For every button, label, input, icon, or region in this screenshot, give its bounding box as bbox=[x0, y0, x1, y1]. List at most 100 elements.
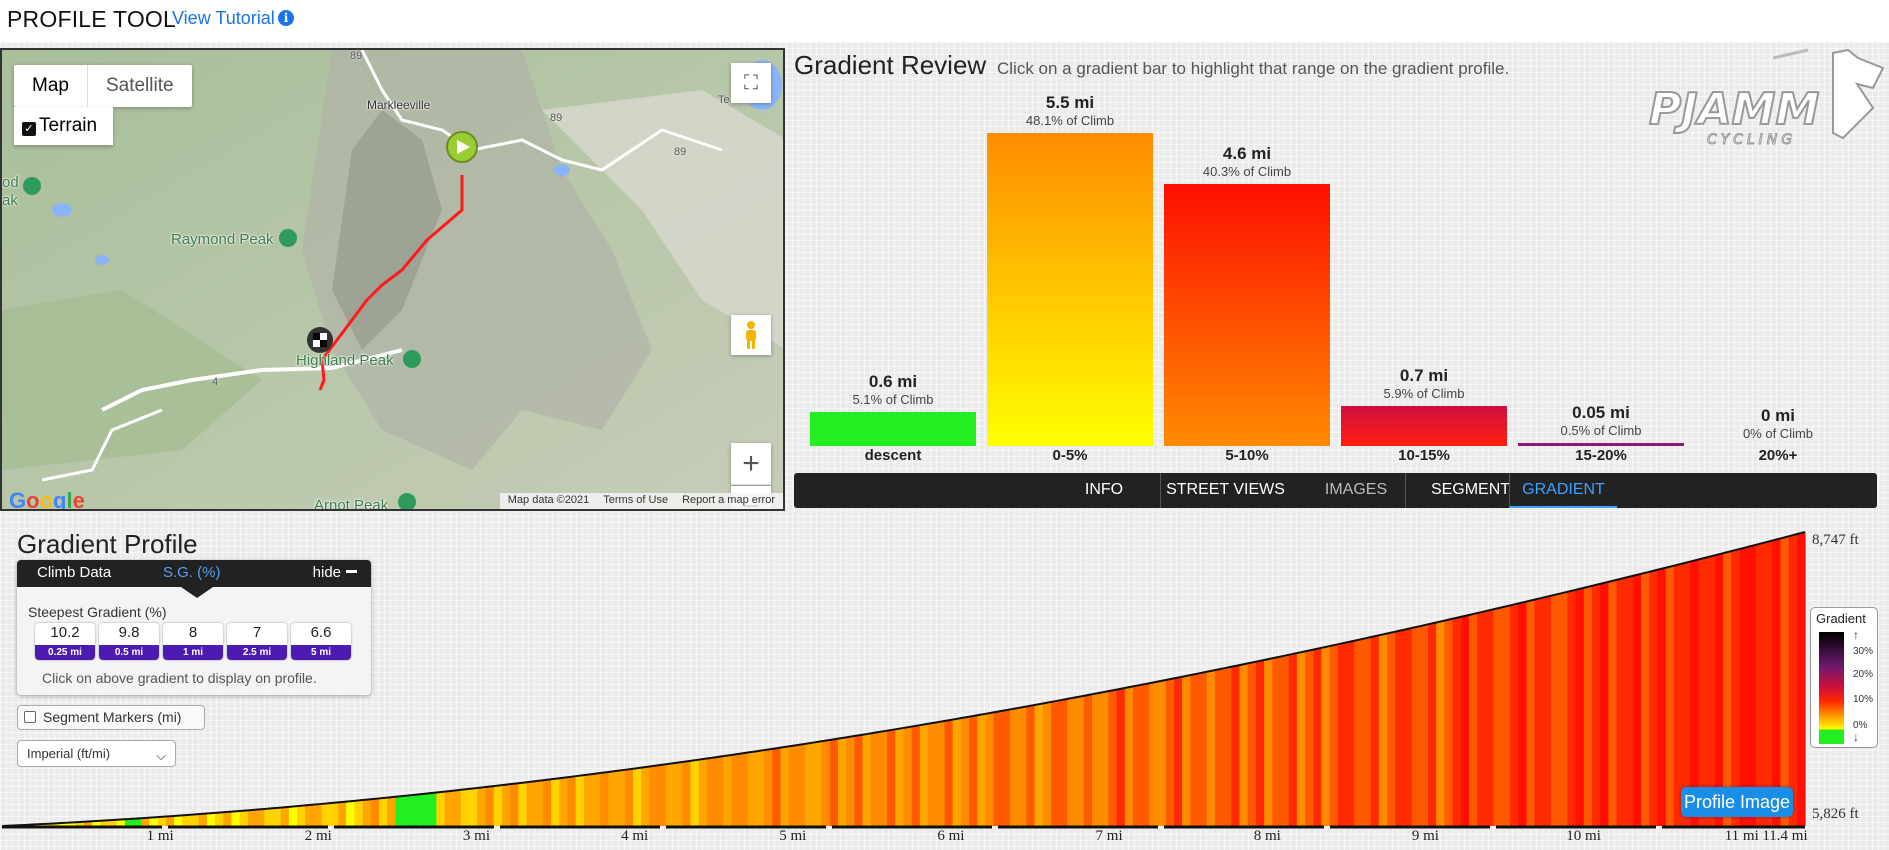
profile-segment[interactable] bbox=[829, 738, 839, 826]
profile-segment[interactable] bbox=[649, 765, 659, 826]
profile-segment[interactable] bbox=[223, 811, 233, 826]
profile-segment[interactable] bbox=[796, 743, 806, 826]
profile-segment[interactable] bbox=[723, 754, 732, 826]
profile-segment[interactable] bbox=[551, 778, 560, 826]
profile-segment[interactable] bbox=[378, 797, 388, 826]
profile-segment[interactable] bbox=[1706, 555, 1716, 826]
profile-segment[interactable] bbox=[821, 739, 831, 826]
profile-segment[interactable] bbox=[1436, 620, 1445, 826]
profile-segment[interactable] bbox=[1067, 697, 1077, 826]
profile-segment[interactable] bbox=[608, 770, 618, 826]
gradient-bar-label-2[interactable]: 5-10% bbox=[1162, 447, 1332, 464]
profile-segment[interactable] bbox=[1100, 691, 1109, 826]
profile-segment[interactable] bbox=[387, 796, 396, 826]
profile-segment[interactable] bbox=[764, 748, 773, 826]
profile-segment[interactable] bbox=[600, 771, 610, 826]
profile-segment[interactable] bbox=[1616, 577, 1626, 826]
steepest-gradient-1mi[interactable]: 8 1 mi bbox=[163, 623, 223, 660]
profile-segment[interactable] bbox=[731, 753, 741, 826]
profile-segment[interactable] bbox=[1583, 585, 1593, 826]
profile-segment[interactable] bbox=[1395, 629, 1405, 826]
profile-segment[interactable] bbox=[1223, 666, 1232, 826]
hide-panel-button[interactable]: hide bbox=[313, 564, 357, 581]
profile-segment[interactable] bbox=[575, 775, 585, 826]
profile-segment[interactable] bbox=[1641, 571, 1650, 826]
profile-segment[interactable] bbox=[977, 713, 987, 826]
profile-segment[interactable] bbox=[329, 802, 339, 826]
profile-segment[interactable] bbox=[1509, 603, 1519, 826]
profile-segment[interactable] bbox=[1001, 709, 1011, 826]
profile-segment[interactable] bbox=[1772, 538, 1782, 826]
profile-segment[interactable] bbox=[583, 774, 593, 826]
profile-segment[interactable] bbox=[674, 761, 683, 826]
profile-segment[interactable] bbox=[747, 751, 757, 826]
segment-markers-checkbox[interactable] bbox=[24, 711, 36, 723]
climb-data-tab[interactable]: Climb Data bbox=[37, 564, 111, 581]
profile-segment[interactable] bbox=[1182, 675, 1191, 826]
gradient-bar-2[interactable] bbox=[1164, 184, 1330, 446]
profile-segment[interactable] bbox=[1329, 644, 1339, 826]
profile-segment[interactable] bbox=[297, 805, 306, 826]
profile-segment[interactable] bbox=[1370, 635, 1380, 826]
profile-segment[interactable] bbox=[813, 741, 823, 826]
profile-segment[interactable] bbox=[1649, 569, 1659, 826]
profile-segment[interactable] bbox=[174, 815, 183, 826]
profile-segment[interactable] bbox=[788, 745, 798, 826]
profile-segment[interactable] bbox=[993, 710, 1003, 826]
info-icon[interactable]: i bbox=[278, 10, 294, 26]
profile-segment[interactable] bbox=[354, 800, 364, 826]
profile-segment[interactable] bbox=[206, 812, 216, 826]
profile-segment[interactable] bbox=[837, 737, 847, 826]
profile-segment[interactable] bbox=[1501, 605, 1511, 826]
profile-segment[interactable] bbox=[403, 795, 413, 826]
profile-segment[interactable] bbox=[165, 815, 175, 826]
profile-segment[interactable] bbox=[1591, 583, 1601, 826]
segment-markers-toggle[interactable]: Segment Markers (mi) bbox=[17, 705, 205, 730]
profile-image-button[interactable]: Profile Image bbox=[1681, 787, 1793, 817]
profile-segment[interactable] bbox=[370, 798, 380, 826]
profile-segment[interactable] bbox=[985, 712, 995, 826]
profile-segment[interactable] bbox=[411, 794, 421, 826]
profile-segment[interactable] bbox=[1788, 534, 1798, 826]
profile-segment[interactable] bbox=[338, 801, 347, 826]
profile-segment[interactable] bbox=[1173, 676, 1183, 826]
profile-segment[interactable] bbox=[944, 719, 954, 826]
profile-segment[interactable] bbox=[1403, 628, 1413, 826]
gradient-bar-4[interactable] bbox=[1518, 443, 1684, 446]
profile-segment[interactable] bbox=[1673, 563, 1683, 826]
profile-segment[interactable] bbox=[952, 718, 962, 826]
profile-segment[interactable] bbox=[1313, 647, 1323, 826]
profile-segment[interactable] bbox=[247, 809, 257, 826]
profile-segment[interactable] bbox=[1485, 609, 1495, 826]
profile-segment[interactable] bbox=[755, 750, 765, 826]
profile-segment[interactable] bbox=[460, 788, 470, 826]
profile-segment[interactable] bbox=[1362, 637, 1372, 826]
gradient-bar-label-1[interactable]: 0-5% bbox=[985, 447, 1155, 464]
profile-segment[interactable] bbox=[321, 803, 331, 826]
profile-segment[interactable] bbox=[288, 806, 298, 826]
profile-segment[interactable] bbox=[715, 756, 724, 826]
profile-segment[interactable] bbox=[1042, 701, 1052, 826]
profile-segment[interactable] bbox=[1206, 670, 1216, 826]
profile-segment[interactable] bbox=[1452, 616, 1462, 826]
profile-segment[interactable] bbox=[1272, 656, 1282, 826]
profile-segment[interactable] bbox=[1108, 689, 1118, 826]
profile-segment[interactable] bbox=[969, 715, 978, 826]
profile-segment[interactable] bbox=[362, 799, 372, 826]
gradient-bar-label-0[interactable]: descent bbox=[808, 447, 978, 464]
profile-segment[interactable] bbox=[1034, 703, 1044, 826]
profile-segment[interactable] bbox=[1444, 618, 1454, 826]
profile-segment[interactable] bbox=[1354, 638, 1364, 826]
nav-tab-info[interactable]: INFO bbox=[1058, 473, 1150, 508]
report-map-error-link[interactable]: Report a map error bbox=[682, 494, 775, 508]
profile-segment[interactable] bbox=[887, 729, 896, 826]
profile-segment[interactable] bbox=[1477, 611, 1486, 826]
terrain-checkbox-check-icon[interactable]: ✓ bbox=[22, 122, 36, 136]
profile-segment[interactable] bbox=[190, 814, 200, 826]
profile-segment[interactable] bbox=[1264, 658, 1273, 826]
profile-segment[interactable] bbox=[1075, 695, 1085, 826]
map-type-satellite-button[interactable]: Satellite bbox=[88, 65, 192, 107]
profile-segment[interactable] bbox=[1247, 661, 1257, 826]
profile-segment[interactable] bbox=[706, 757, 716, 826]
profile-segment[interactable] bbox=[1698, 557, 1708, 826]
